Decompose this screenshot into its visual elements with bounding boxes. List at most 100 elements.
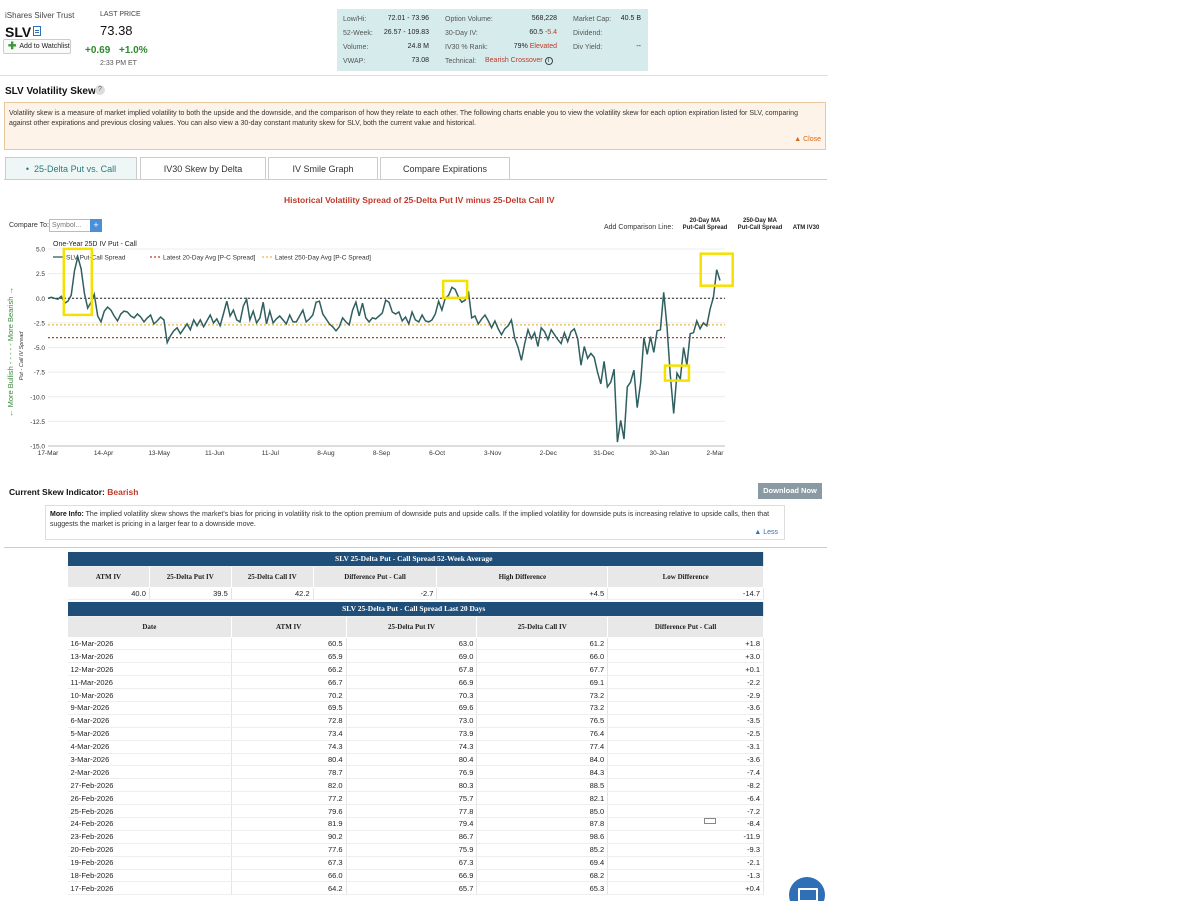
mail-icon[interactable] [789,877,825,901]
value-cell: 70.2 [231,688,347,702]
value-cell: 87.8 [476,817,609,831]
quote-header: iShares Silver Trust SLV ✚ Add to Watchl… [0,0,828,76]
date-cell: 9-Mar-2026 [67,701,232,715]
value-cell: 66.9 [346,675,478,690]
table-row: 27-Feb-2026 82.0 80.3 88.5 -8.2 [67,778,764,793]
stat-label: 52-Week: [343,30,373,37]
value-cell: 67.3 [231,856,347,870]
value-cell: 85.2 [476,843,609,857]
document-icon[interactable] [33,26,41,36]
price-change-percent: +1.0% [119,45,148,56]
value-cell: 66.2 [231,662,347,677]
add-to-watchlist-button[interactable]: ✚ Add to Watchlist [3,39,71,54]
help-icon[interactable]: ? [95,85,105,95]
value-cell: 60.5 [231,637,347,651]
value-cell: -2.5 [607,727,764,741]
value-cell: 77.8 [346,804,478,818]
value-cell: -2.1 [607,856,764,870]
info-icon[interactable]: i [544,57,553,65]
section-divider [4,547,827,548]
chart-subtitle: One-Year 25D IV Put - Call [53,241,137,248]
date-cell: 2-Mar-2026 [67,765,232,780]
plus-icon: ✚ [8,41,17,52]
stat-technical: Bearish Crossover i [485,57,553,65]
symbol-input[interactable] [49,219,91,232]
value-cell: -3.5 [607,714,764,728]
value-cell: +0.1 [607,662,764,677]
add-symbol-button[interactable]: + [90,219,102,232]
table-row: 26-Feb-2026 77.2 75.7 82.1 -6.4 [67,791,764,806]
value-cell: 66.7 [231,675,347,690]
y-axis-label: Put - Call IV Spread [19,331,25,381]
value-cell: -2.2 [607,675,764,690]
skew-value: Bearish [107,487,139,497]
date-cell: 19-Feb-2026 [67,856,232,870]
x-tick-label: 6-Oct [429,450,445,457]
value-cell: -3.6 [607,701,764,715]
close-link[interactable]: ▲ Close [794,135,821,145]
date-cell: 27-Feb-2026 [67,778,232,793]
table-row: 16-Mar-2026 60.5 63.0 61.2 +1.8 [67,637,764,651]
x-tick-label: 11-Jul [262,450,280,457]
date-cell: 23-Feb-2026 [67,830,232,844]
x-tick-label: 17-Mar [38,450,59,457]
value-cell: 75.7 [346,791,478,806]
value-cell: 77.4 [476,740,609,754]
value-cell: 86.7 [346,830,478,844]
download-button[interactable]: Download Now [758,483,822,499]
value-cell: 80.4 [346,753,478,767]
more-info-text: The implied volatility skew shows the ma… [50,511,770,528]
table-row: 19-Feb-2026 67.3 67.3 69.4 -2.1 [67,856,764,870]
value-cell: +1.8 [607,637,764,651]
stat-low-high: 72.01 - 73.96 [387,15,429,22]
date-cell: 18-Feb-2026 [67,869,232,883]
table-header: Difference Put - Call [607,615,764,638]
y-tick-label: -2.5 [34,320,46,327]
volatility-spread-chart: One-Year 25D IV Put - Call SLV Put-Call … [6,241,734,457]
date-cell: 12-Mar-2026 [67,662,232,677]
table-row: 5-Mar-2026 73.4 73.9 76.4 -2.5 [67,727,764,741]
y-axis-ticks: 5.02.50.0-2.5-5.0-7.5-10.0-12.5-15.0 [30,247,45,451]
x-tick-label: 2-Dec [540,450,558,457]
more-info-box: More Info: The implied volatility skew s… [45,505,785,540]
table-row: 10-Mar-2026 70.2 70.3 73.2 -2.9 [67,688,764,702]
tab-iv30-skew-by-delta[interactable]: IV30 Skew by Delta [140,157,266,180]
value-cell: 80.3 [346,778,478,793]
stat-label: VWAP: [343,58,366,65]
x-tick-label: 13-May [148,450,170,457]
bullish-bearish-label: ← More Bullish - - - - - More Bearish → [6,287,15,417]
value-cell: 81.9 [231,817,347,831]
quote-time: 2:33 PM ET [100,60,137,67]
x-tick-label: 30-Jan [649,450,669,457]
value-cell: 78.7 [231,765,347,780]
table-row: 13-Mar-2026 65.9 69.0 66.0 +3.0 [67,649,764,664]
value-cell: 74.3 [346,740,478,754]
x-axis-ticks: 17-Mar 14-Apr 13-May 11-Jun 11-Jul 8-Aug 8-Sep… [38,450,725,457]
table-icon [704,818,716,824]
table-row: 9-Mar-2026 69.5 69.6 73.2 -3.6 [67,701,764,715]
date-cell: 3-Mar-2026 [67,753,232,767]
comparison-250-day-ma[interactable]: 250-Day MA Put-Call Spread [736,218,784,232]
stat-iv30: 60.5 -5.4 [529,29,557,36]
value-cell: 90.2 [231,830,347,844]
value-cell: 65.3 [476,881,609,896]
date-cell: 24-Feb-2026 [67,817,232,831]
less-link[interactable]: ▲ Less [754,528,778,538]
value-cell: -8.4 [607,817,764,831]
value-cell: -7.4 [607,765,764,780]
value-cell: 73.2 [476,688,609,702]
y-tick-label: 2.5 [36,271,45,278]
stat-div-yield: -- [636,43,641,50]
value-cell: 66.0 [231,869,347,883]
comparison-20-day-ma[interactable]: 20-Day MA Put-Call Spread [681,218,729,232]
tab-compare-expirations[interactable]: Compare Expirations [380,157,510,180]
x-tick-label: 14-Apr [94,450,114,457]
table-row: 6-Mar-2026 72.8 73.0 76.5 -3.5 [67,714,764,728]
value-cell: 69.0 [346,649,478,664]
comparison-atm-iv30[interactable]: ATM IV30 [789,225,823,232]
value-cell: -3.6 [607,753,764,767]
value-cell: 69.4 [476,856,609,870]
tab-iv-smile-graph[interactable]: IV Smile Graph [268,157,378,180]
stat-label: Low/Hi: [343,16,367,23]
tab-25-delta-put-vs-call[interactable]: • 25-Delta Put vs. Call [5,157,137,180]
